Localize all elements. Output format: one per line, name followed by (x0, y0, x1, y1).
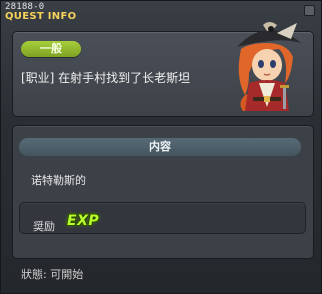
quest-description: 诺特勒斯的 (31, 174, 86, 187)
quest-status: 狀態: 可開始 (21, 268, 84, 281)
category-badge: 一般 (21, 41, 81, 57)
content-section-header: 内容 (19, 138, 301, 156)
window-title: QUEST INFO (5, 11, 77, 22)
close-icon[interactable] (304, 5, 315, 16)
quest-name: [职业] 在射手村找到了长老斯坦 (21, 71, 191, 85)
reward-box (19, 202, 306, 234)
exp-reward-icon: EXP (67, 213, 100, 229)
quest-info-window: 28188-0 QUEST INFO 一般 [职业] 在射手村找到了长老斯坦 内… (0, 0, 322, 294)
reward-label: 奨励 (33, 220, 55, 233)
pirate-npc-portrait-icon (237, 22, 301, 111)
